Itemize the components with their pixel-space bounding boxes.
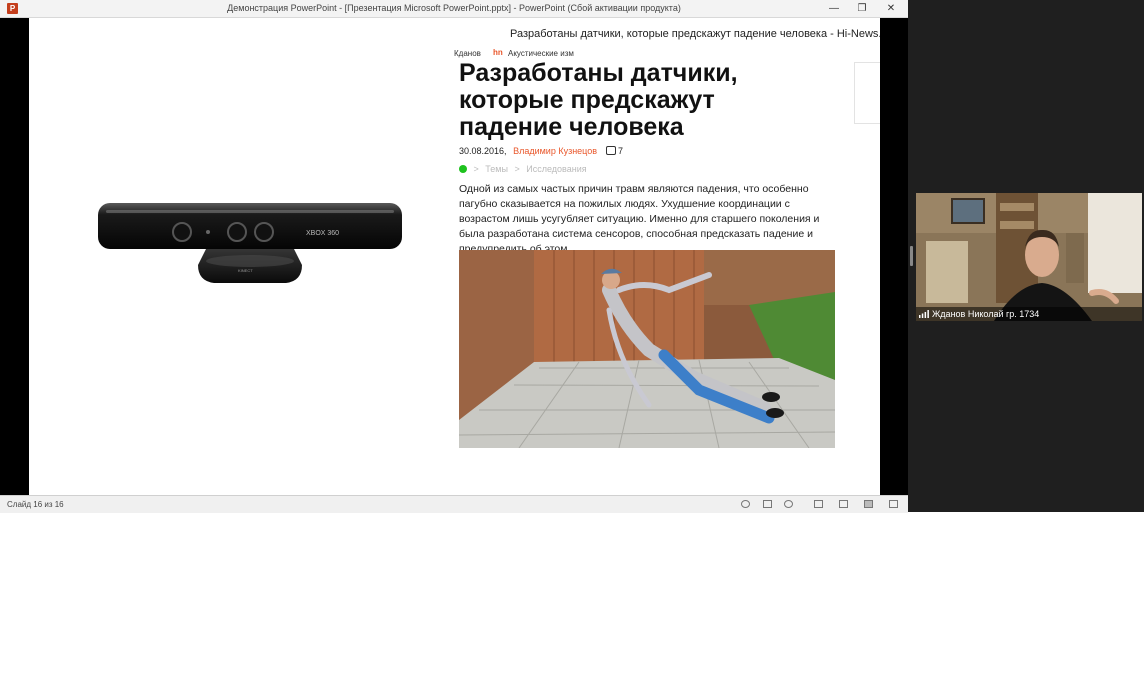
sidebar-box [854,62,880,124]
comment-icon[interactable] [605,146,616,155]
tag-research[interactable]: Исследования [526,164,586,174]
kinect-sensor-image: XBOX 360 KINECT [98,203,402,283]
normal-view-icon[interactable] [814,500,823,508]
participant-video-feed [916,193,1142,321]
participant-name-bar: Жданов Николай гр. 1734 [916,307,1142,321]
tag-dot-icon [459,165,467,173]
powerpoint-window: P Демонстрация PowerPoint - [Презентация… [0,0,908,513]
participant-video-tile[interactable]: Жданов Николай гр. 1734 [916,193,1142,321]
article-tags: > Темы > Исследования [459,164,587,174]
tag-separator: > [473,164,479,174]
slide-show-area: XBOX 360 KINECT Разработаны датчики, кот… [0,18,908,495]
panel-resize-handle[interactable] [910,246,913,266]
kinect-label-text: KINECT [238,268,253,273]
slide-sorter-icon[interactable] [839,500,848,508]
hi-news-icon: hn [493,48,503,57]
article-date: 30.08.2016, [459,146,507,156]
minimize-button[interactable]: — [822,0,846,17]
status-bar: Слайд 16 из 16 [0,495,908,513]
article-lead: Одной из самых частых причин травм являю… [459,183,820,255]
reading-view-icon[interactable] [864,500,873,508]
slide[interactable]: XBOX 360 KINECT Разработаны датчики, кот… [29,18,880,495]
slide-menu-icon[interactable] [763,500,772,508]
article-photo [459,250,835,448]
slide-counter: Слайд 16 из 16 [7,500,64,509]
participant-name: Жданов Николай гр. 1734 [932,309,1040,319]
video-call-panel: Жданов Николай гр. 1734 [908,0,1144,512]
window-title: Демонстрация PowerPoint - [Презентация M… [227,3,681,13]
article-author-link[interactable]: Владимир Кузнецов [513,146,597,156]
tag-themes[interactable]: Темы [485,164,508,174]
tag-separator: > [514,164,520,174]
title-bar: P Демонстрация PowerPoint - [Презентация… [0,0,908,18]
previous-slide-icon[interactable] [741,500,750,508]
crumb-acoustic-link[interactable]: Акустические изм [508,49,574,58]
slide-show-icon[interactable] [889,500,898,508]
site-title: Разработаны датчики, которые предскажут … [510,28,880,40]
crumb-user[interactable]: Кданов [454,49,481,58]
kinect-brand-text: XBOX 360 [306,230,339,237]
signal-strength-icon [919,310,929,318]
restore-button[interactable]: ❐ [850,0,874,17]
next-slide-icon[interactable] [784,500,793,508]
close-button[interactable]: ✕ [879,0,903,17]
comment-count: 7 [618,146,624,156]
article-headline: Разработаны датчики, которые предскажут … [459,59,738,141]
article-meta: 30.08.2016, Владимир Кузнецов 7 [459,146,623,156]
